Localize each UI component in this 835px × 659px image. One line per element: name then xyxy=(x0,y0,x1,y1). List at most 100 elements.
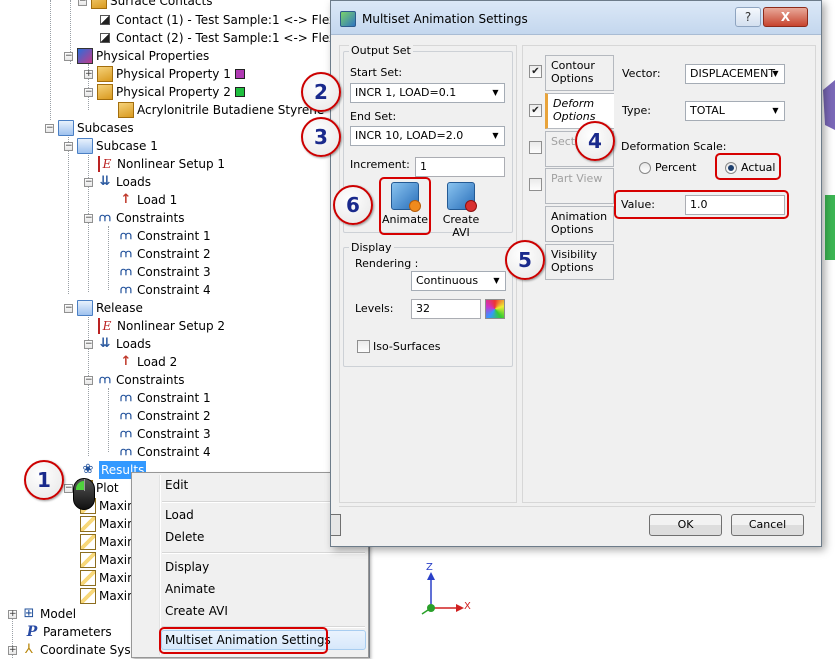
color-swatch xyxy=(234,69,245,79)
ok-button[interactable]: OK xyxy=(649,514,722,536)
tree-item-subcase-1[interactable]: − Subcase 1 xyxy=(64,137,158,155)
expand-toggle[interactable]: + xyxy=(8,645,17,655)
expand-toggle[interactable]: + xyxy=(8,609,17,619)
menu-item-display[interactable]: Display xyxy=(165,556,209,578)
tree-label: Constraint 2 xyxy=(137,247,211,261)
tree-item-physical-properties[interactable]: − Physical Properties xyxy=(64,47,209,65)
tree-item-constraint-3a[interactable]: ⩋ Constraint 3 xyxy=(118,263,210,281)
iso-surfaces-checkbox[interactable] xyxy=(357,340,370,353)
collapse-toggle[interactable]: − xyxy=(84,213,93,223)
cancel-button[interactable]: Cancel xyxy=(731,514,804,536)
tree-label: Constraint 4 xyxy=(137,445,211,459)
end-set-select[interactable]: INCR 10, LOAD=2.0 ▼ xyxy=(350,126,505,146)
tab-part-view[interactable]: Part View xyxy=(545,168,614,204)
tree-label: Nonlinear Setup 1 xyxy=(117,157,226,171)
tree-label: Physical Property 1 xyxy=(116,67,231,81)
close-button[interactable]: X xyxy=(763,7,808,27)
help-button[interactable]: ? xyxy=(735,7,761,27)
tree-label: Loads xyxy=(116,337,152,351)
menu-item-animate[interactable]: Animate xyxy=(165,578,215,600)
results-icon: ❀ xyxy=(82,462,94,477)
expand-toggle[interactable]: + xyxy=(84,69,93,79)
tree-item-constraint-4a[interactable]: ⩋ Constraint 4 xyxy=(118,281,211,299)
collapse-toggle[interactable]: − xyxy=(64,303,73,313)
collapse-toggle[interactable]: − xyxy=(84,375,93,385)
tree-item-constraint-4b[interactable]: ⩋ Constraint 4 xyxy=(118,443,211,461)
tree-label: Nonlinear Setup 2 xyxy=(117,319,226,333)
constraint-icon: ⩋ xyxy=(120,265,132,278)
collapse-toggle[interactable]: − xyxy=(84,177,93,187)
tree-item-model[interactable]: + ⊞ Model xyxy=(8,605,76,623)
contour-options-checkbox[interactable]: ✔ xyxy=(529,65,542,78)
tab-animation-options[interactable]: Animation Options xyxy=(545,206,614,242)
tree-label: Loads xyxy=(116,175,152,189)
tree-item-constraints-1[interactable]: − ⩋ Constraints xyxy=(84,209,184,227)
collapse-toggle[interactable]: − xyxy=(84,87,93,97)
part-view-checkbox[interactable] xyxy=(529,178,542,191)
tree-label: Coordinate Syste xyxy=(40,643,143,657)
tree-item-surface-contacts[interactable]: − Surface Contacts xyxy=(78,0,212,10)
tree-item-loads-1[interactable]: − ⇊ Loads xyxy=(84,173,151,191)
tree-item-contact-2[interactable]: Contact (2) - Test Sample:1 <-> Flex Pin xyxy=(98,29,358,47)
levels-input[interactable]: 32 xyxy=(411,299,481,319)
tab-visibility-options[interactable]: Visibility Options xyxy=(545,244,614,280)
tree-item-nonlinear-setup-1[interactable]: E Nonlinear Setup 1 xyxy=(98,155,225,173)
create-avi-button[interactable]: Create AVI xyxy=(433,179,489,239)
tree-label: Physical Property 2 xyxy=(116,85,231,99)
collapse-toggle[interactable]: − xyxy=(64,483,73,493)
tree-item-load-2[interactable]: ↑ Load 2 xyxy=(118,353,178,371)
multiset-animation-dialog: Multiset Animation Settings ? X Output S… xyxy=(330,0,822,547)
rendering-select[interactable]: Continuous ▼ xyxy=(411,271,506,291)
dialog-footer-divider xyxy=(339,506,815,507)
vector-select[interactable]: DISPLACEMENT ▼ xyxy=(685,64,785,84)
start-set-value: INCR 1, LOAD=0.1 xyxy=(355,86,457,99)
tree-item-loads-2[interactable]: − ⇊ Loads xyxy=(84,335,151,353)
display-label: Display xyxy=(349,241,394,254)
collapse-toggle[interactable]: − xyxy=(64,51,73,61)
tree-item-physical-property-2[interactable]: − Physical Property 2 xyxy=(84,83,245,101)
tree-label: Constraint 4 xyxy=(137,283,211,297)
menu-item-delete[interactable]: Delete xyxy=(165,526,204,548)
collapse-toggle[interactable]: − xyxy=(84,339,93,349)
section-checkbox[interactable] xyxy=(529,141,542,154)
tree-item-parameters[interactable]: P Parameters xyxy=(24,623,112,641)
x-axis-label: X xyxy=(464,601,471,612)
callout-5: 5 xyxy=(505,240,545,280)
menu-item-edit[interactable]: Edit xyxy=(165,474,188,496)
tree-item-nonlinear-setup-2[interactable]: E Nonlinear Setup 2 xyxy=(98,317,225,335)
tree-item-constraint-2a[interactable]: ⩋ Constraint 2 xyxy=(118,245,211,263)
chevron-down-icon: ▼ xyxy=(492,88,499,97)
loads-icon: ⇊ xyxy=(99,336,111,351)
color-palette-icon[interactable] xyxy=(485,299,505,319)
tree-item-contact-1[interactable]: Contact (1) - Test Sample:1 <-> Flex Pin xyxy=(98,11,358,29)
tree-item-constraint-1a[interactable]: ⩋ Constraint 1 xyxy=(118,227,210,245)
dialog-title-bar[interactable]: Multiset Animation Settings ? X xyxy=(331,1,821,35)
plot-icon xyxy=(80,534,96,550)
increment-input[interactable]: 1 xyxy=(415,157,505,177)
percent-label: Percent xyxy=(655,161,697,174)
tree-item-constraint-1b[interactable]: ⩋ Constraint 1 xyxy=(118,389,210,407)
collapse-toggle[interactable]: − xyxy=(45,123,54,133)
percent-radio[interactable] xyxy=(639,162,651,174)
collapse-toggle[interactable]: − xyxy=(78,0,87,6)
tree-item-load-1[interactable]: ↑ Load 1 xyxy=(118,191,178,209)
tree-item-material[interactable]: Acrylonitrile Butadiene Styrene xyxy=(118,101,324,119)
tree-item-physical-property-1[interactable]: + Physical Property 1 xyxy=(84,65,245,83)
plot-icon xyxy=(80,516,96,532)
tree-item-coordinate-systems[interactable]: + ⅄ Coordinate Syste xyxy=(8,641,143,659)
tab-contour-options[interactable]: Contour Options xyxy=(545,55,614,91)
constraint-icon: ⩋ xyxy=(120,229,132,242)
collapse-toggle[interactable]: − xyxy=(64,141,73,151)
deform-options-checkbox[interactable]: ✔ xyxy=(529,104,542,117)
triad-origin xyxy=(427,604,435,612)
menu-item-load[interactable]: Load xyxy=(165,504,194,526)
chevron-down-icon: ▼ xyxy=(772,106,779,115)
type-select[interactable]: TOTAL ▼ xyxy=(685,101,785,121)
tree-item-constraint-3b[interactable]: ⩋ Constraint 3 xyxy=(118,425,210,443)
tree-item-release[interactable]: − Release xyxy=(64,299,143,317)
tree-item-subcases[interactable]: − Subcases xyxy=(45,119,134,137)
start-set-select[interactable]: INCR 1, LOAD=0.1 ▼ xyxy=(350,83,505,103)
tree-item-constraints-2[interactable]: − ⩋ Constraints xyxy=(84,371,184,389)
tree-item-constraint-2b[interactable]: ⩋ Constraint 2 xyxy=(118,407,210,425)
menu-item-create-avi[interactable]: Create AVI xyxy=(165,600,228,622)
